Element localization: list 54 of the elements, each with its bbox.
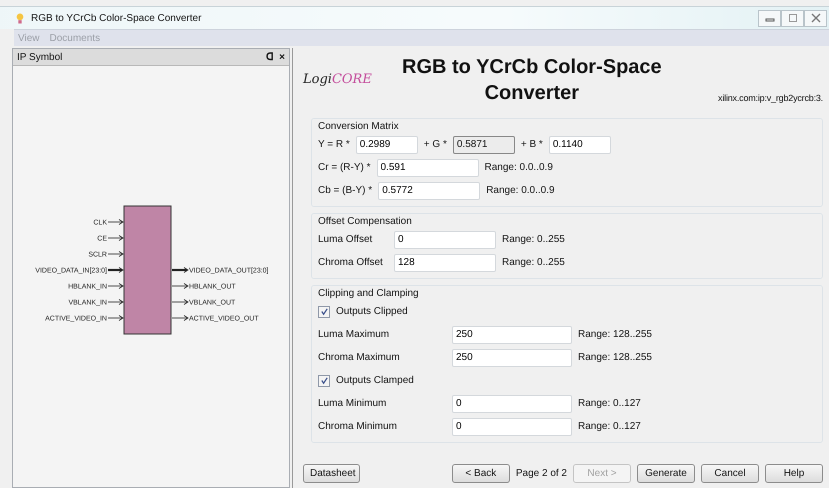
field-label: Chroma Maximum <box>318 352 401 363</box>
input-field[interactable]: 128 <box>394 254 496 272</box>
field-label: Luma Maximum <box>318 329 390 340</box>
close-button[interactable]: × <box>279 52 285 62</box>
group-title: Clipping and Clamping <box>318 288 419 299</box>
dialog-button[interactable]: Help <box>765 464 823 483</box>
range-hint: Range: 0..255 <box>502 234 565 245</box>
range-hint: Range: 0.0..0.9 <box>486 185 555 196</box>
panel-title: IP Symbol <box>17 52 62 62</box>
group-title: Offset Compensation <box>318 216 412 227</box>
range-hint: Range: 0.0..0.9 <box>484 162 553 173</box>
field-label: Cb = (B-Y) * <box>318 185 372 196</box>
field-label: + G * <box>424 139 447 150</box>
maximize-icon <box>788 13 798 23</box>
window-title: RGB to YCrCb Color-Space Converter <box>31 12 202 24</box>
field-label: Luma Minimum <box>318 398 388 409</box>
checkbox-label: Outputs Clamped <box>336 375 414 386</box>
input-field[interactable]: 0.1140 <box>548 136 611 154</box>
input-field[interactable]: 0 <box>394 230 496 248</box>
float-button[interactable]: ᗡ <box>266 51 274 63</box>
input-field[interactable]: 0 <box>452 418 572 436</box>
checkbox[interactable] <box>318 374 330 386</box>
datasheet-button[interactable]: Datasheet <box>303 464 360 483</box>
back-button[interactable]: < Back <box>452 464 510 483</box>
field-label: Chroma Minimum <box>318 421 398 432</box>
input-field[interactable]: 250 <box>452 348 572 366</box>
close-button[interactable] <box>804 10 827 26</box>
field-label: + B * <box>520 139 543 150</box>
input-field[interactable]: 0.5772 <box>378 182 480 200</box>
page-indicator: Page 2 of 2 <box>516 468 567 479</box>
range-hint: Range: 0..255 <box>502 257 565 268</box>
input-field[interactable]: 250 <box>452 326 572 344</box>
minimize-button[interactable] <box>758 10 781 26</box>
close-icon <box>810 13 820 23</box>
page-title: RGB to YCrCb Color-Space Converter <box>401 55 663 106</box>
field-label: Cr = (R-Y) * <box>318 162 370 173</box>
field-label: Chroma Offset <box>318 257 384 268</box>
input-field[interactable]: 0.591 <box>376 158 478 176</box>
dialog-button[interactable]: Generate <box>637 464 695 483</box>
field-label: Luma Offset <box>318 234 374 245</box>
range-hint: Range: 128..255 <box>578 352 652 363</box>
input-field[interactable]: 0 <box>452 394 572 412</box>
lightbulb-icon <box>15 12 25 24</box>
dialog-button[interactable]: Cancel <box>701 464 759 483</box>
core-identifier: xilinx.com:ip:v_rgb2ycrcb:3. <box>718 93 823 103</box>
logo: LogiCORE <box>303 72 372 87</box>
checkbox[interactable] <box>318 306 330 318</box>
input-field[interactable]: 0.2989 <box>356 136 418 154</box>
range-hint: Range: 128..255 <box>578 329 652 340</box>
group-title: Conversion Matrix <box>318 121 399 132</box>
field-label: Y = R * <box>318 139 350 150</box>
checkbox-label: Outputs Clipped <box>336 306 408 317</box>
range-hint: Range: 0..127 <box>578 398 641 409</box>
range-hint: Range: 0..127 <box>578 421 641 432</box>
